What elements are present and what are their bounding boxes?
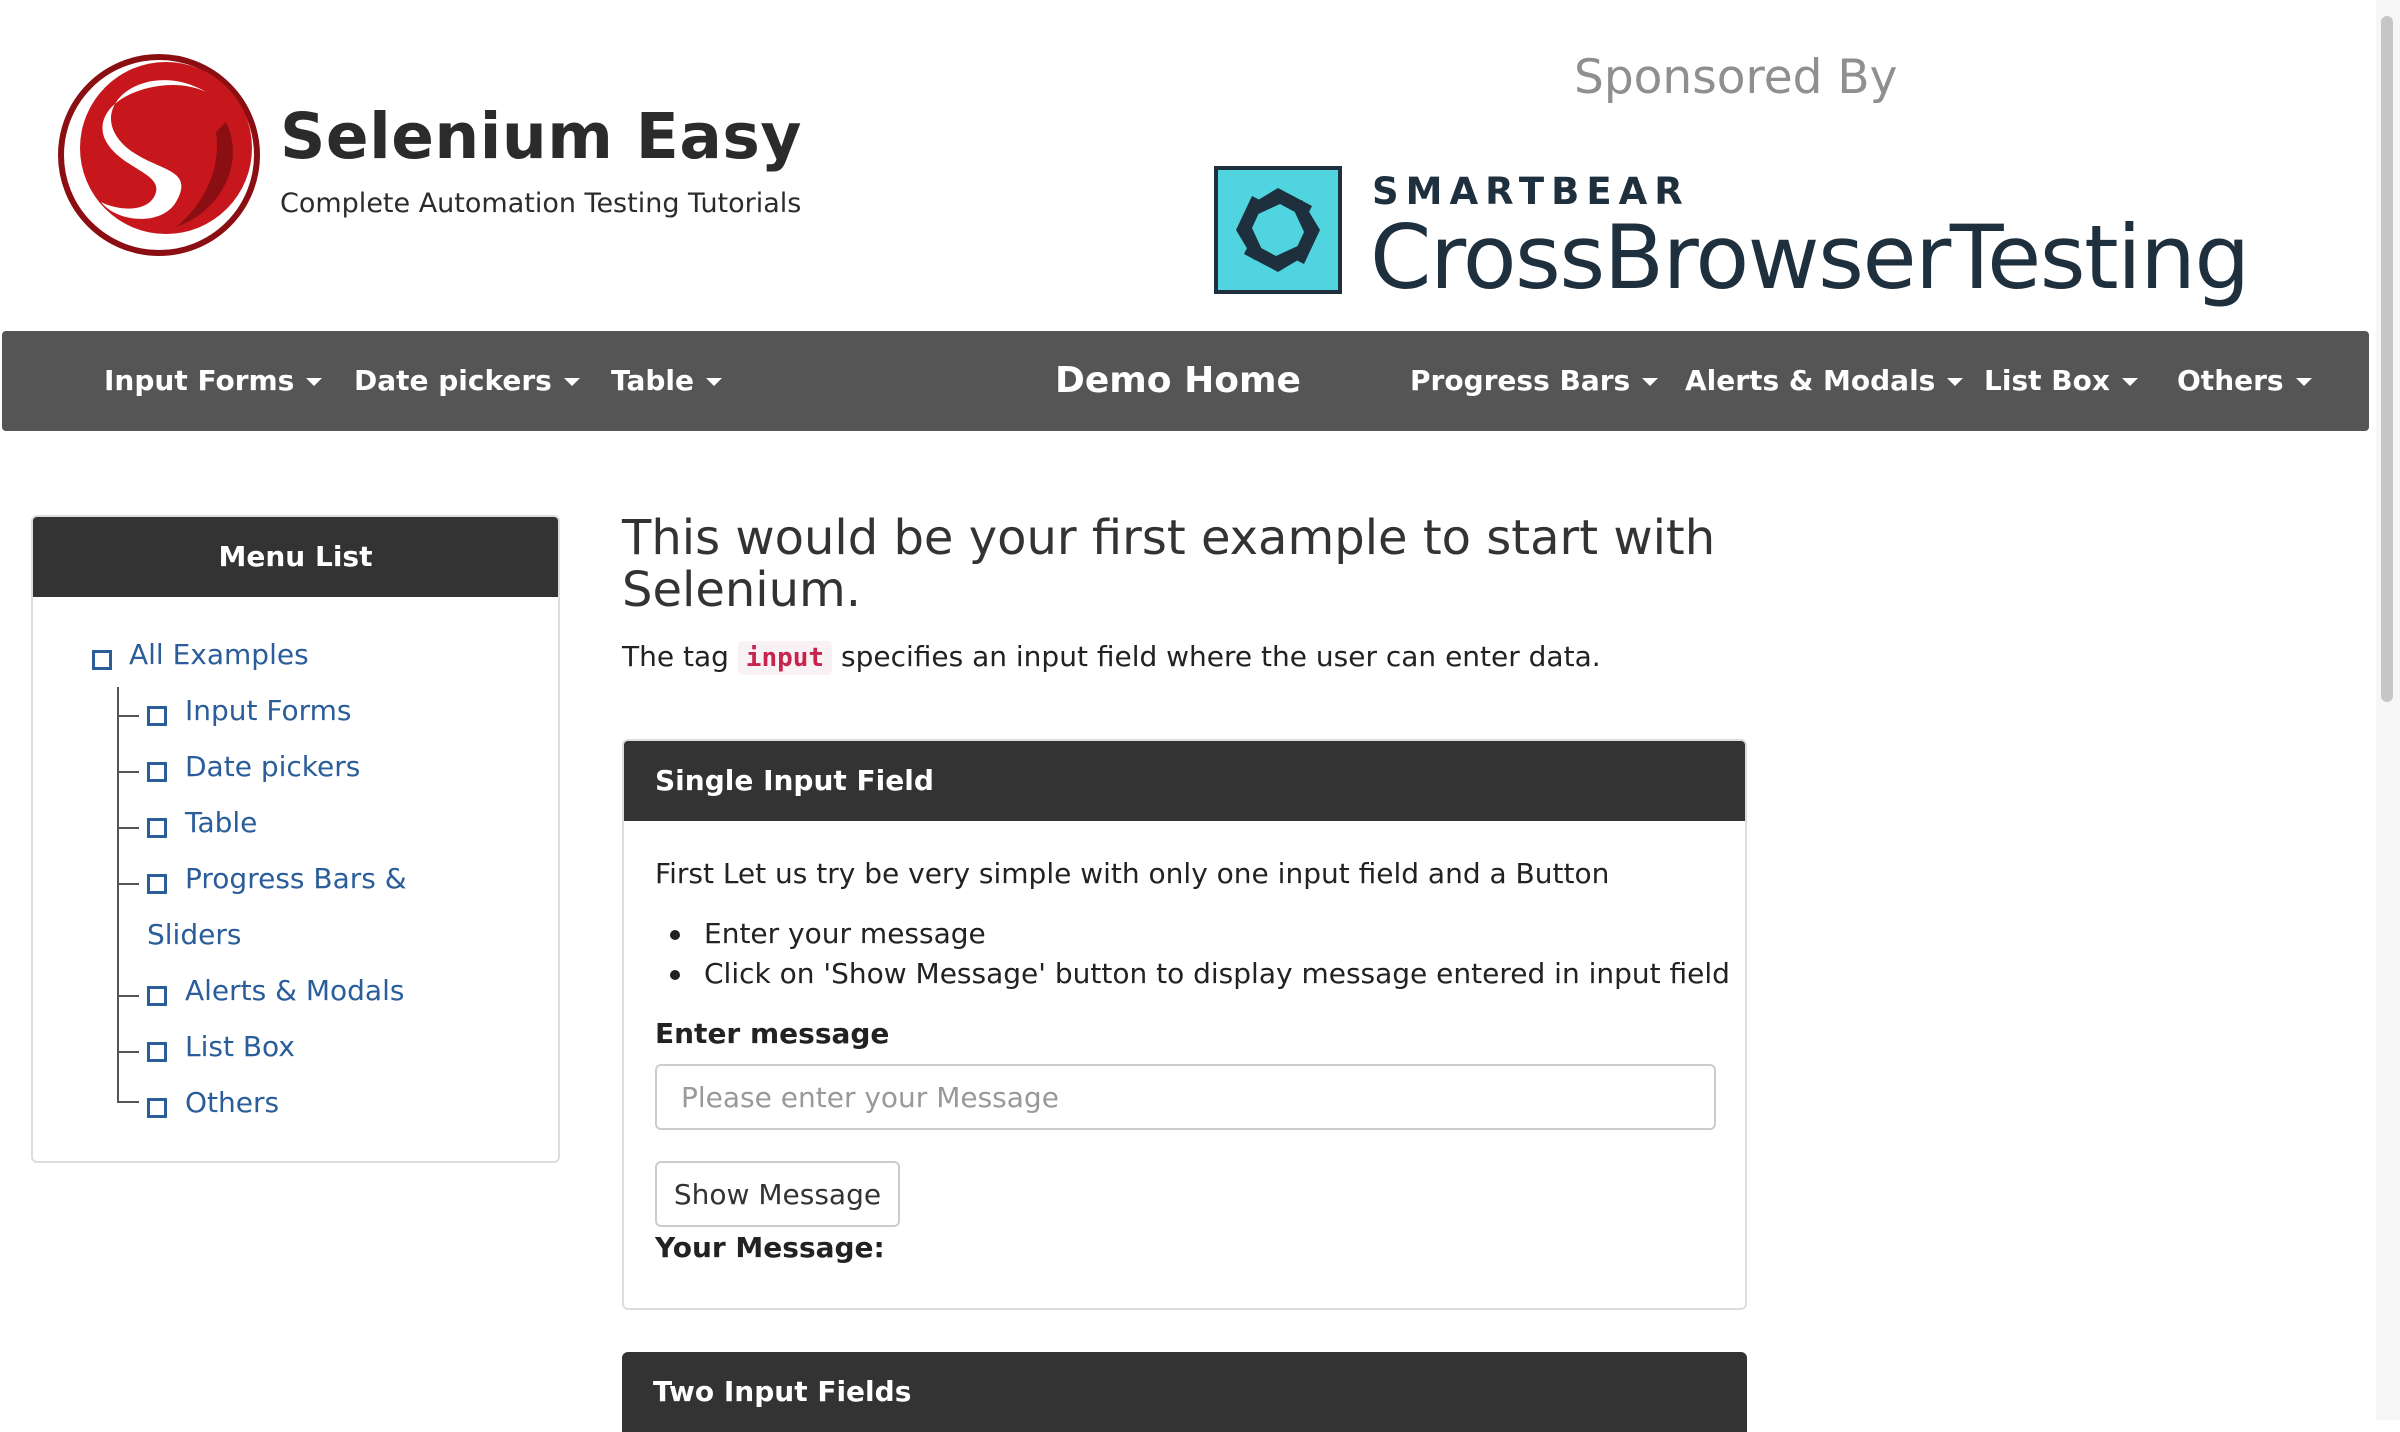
tree-square-icon xyxy=(147,1098,167,1118)
sidebar-item-table[interactable]: Table xyxy=(185,806,257,839)
show-message-button[interactable]: Show Message xyxy=(655,1161,900,1227)
nav-progress-bars[interactable]: Progress Bars xyxy=(1410,331,1659,431)
tree-square-icon xyxy=(147,874,167,894)
tree-square-icon xyxy=(92,650,112,670)
caret-down-icon xyxy=(2295,378,2312,386)
your-message-label: Your Message: xyxy=(655,1231,885,1264)
nav-label: List Box xyxy=(1984,364,2110,397)
instruction-bullet: Click on 'Show Message' button to displa… xyxy=(670,957,1730,990)
sidebar-item-alerts-modals[interactable]: Alerts & Modals xyxy=(185,974,404,1007)
brand-title: Selenium Easy xyxy=(280,100,802,173)
tree-square-icon xyxy=(147,986,167,1006)
panel-heading: Single Input Field xyxy=(624,741,1745,821)
caret-down-icon xyxy=(1642,378,1659,386)
panel-heading: Two Input Fields xyxy=(653,1375,912,1408)
nav-table[interactable]: Table xyxy=(611,331,723,431)
intro-text: The tag input specifies an input field w… xyxy=(622,640,1601,675)
tree-connector xyxy=(117,883,139,885)
message-input[interactable] xyxy=(655,1064,1716,1130)
two-input-fields-panel: Two Input Fields xyxy=(622,1352,1747,1432)
sidebar-item-input-forms[interactable]: Input Forms xyxy=(185,694,352,727)
tree-connector xyxy=(117,995,139,997)
tree-connector xyxy=(117,687,119,1101)
nav-date-pickers[interactable]: Date pickers xyxy=(354,331,580,431)
sidebar-item-progress-bars-wrap[interactable]: Sliders xyxy=(147,918,241,951)
tree-connector xyxy=(117,771,139,773)
tree-connector xyxy=(117,827,139,829)
panel-lead-text: First Let us try be very simple with onl… xyxy=(655,857,1610,890)
nav-input-forms[interactable]: Input Forms xyxy=(104,331,323,431)
enter-message-label: Enter message xyxy=(655,1017,890,1050)
caret-down-icon xyxy=(306,378,323,386)
instruction-bullet: Enter your message xyxy=(670,917,986,950)
sidebar-item-all-examples[interactable]: All Examples xyxy=(129,638,309,671)
nav-others[interactable]: Others xyxy=(2177,331,2312,431)
caret-down-icon xyxy=(1947,378,1964,386)
tree-square-icon xyxy=(147,818,167,838)
crossbrowsertesting-wordmark[interactable]: CrossBrowserTesting xyxy=(1370,206,2250,309)
single-input-field-panel: Single Input Field First Let us try be v… xyxy=(622,739,1747,1310)
nav-demo-home[interactable]: Demo Home xyxy=(1055,331,1301,431)
sidebar-item-others[interactable]: Others xyxy=(185,1086,279,1119)
tree-square-icon xyxy=(147,1042,167,1062)
tree-square-icon xyxy=(147,762,167,782)
caret-down-icon xyxy=(2121,378,2138,386)
nav-list-box[interactable]: List Box xyxy=(1984,331,2138,431)
intro-text-start: The tag xyxy=(622,640,729,673)
scrollbar-thumb[interactable] xyxy=(2381,16,2393,702)
menu-list-panel: Menu List All Examples Input Forms Date … xyxy=(31,515,560,1163)
sidebar-item-list-box[interactable]: List Box xyxy=(185,1030,295,1063)
sidebar-item-progress-bars[interactable]: Progress Bars & xyxy=(185,862,407,895)
nav-label: Table xyxy=(611,364,695,397)
nav-label: Progress Bars xyxy=(1410,364,1631,397)
nav-alerts-modals[interactable]: Alerts & Modals xyxy=(1685,331,1964,431)
nav-label: Date pickers xyxy=(354,364,552,397)
tree-connector xyxy=(117,715,139,717)
nav-label: Input Forms xyxy=(104,364,295,397)
caret-down-icon xyxy=(706,378,723,386)
sponsored-by-label: Sponsored By xyxy=(1574,50,1898,105)
input-code-tag: input xyxy=(737,641,833,675)
page-title: This would be your first example to star… xyxy=(622,510,1716,618)
tree-connector xyxy=(117,1101,139,1103)
tree-connector xyxy=(117,1051,139,1053)
selenium-easy-logo xyxy=(58,54,260,256)
sidebar-item-date-pickers[interactable]: Date pickers xyxy=(185,750,360,783)
brand-tagline: Complete Automation Testing Tutorials xyxy=(280,188,802,219)
tree-square-icon xyxy=(147,706,167,726)
nav-label: Alerts & Modals xyxy=(1685,364,1936,397)
caret-down-icon xyxy=(563,378,580,386)
nav-label: Others xyxy=(2177,364,2284,397)
top-navbar: Input Forms Date pickers Table Demo Home… xyxy=(2,331,2369,431)
crossbrowsertesting-logo-icon[interactable] xyxy=(1214,166,1342,294)
menu-list-heading: Menu List xyxy=(33,517,558,597)
intro-text-end: specifies an input field where the user … xyxy=(840,640,1601,673)
